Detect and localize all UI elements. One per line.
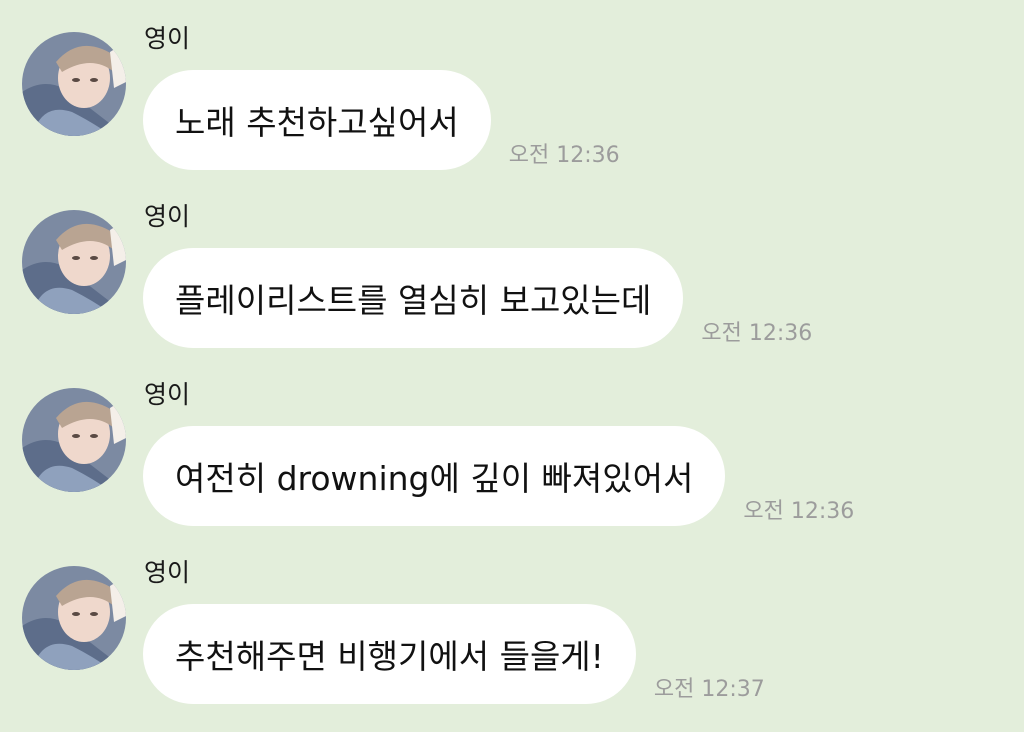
message-row: 노래 추천하고싶어서 오전 12:36 (143, 70, 620, 170)
message-bubble[interactable]: 플레이리스트를 열심히 보고있는데 (143, 248, 684, 348)
message-timestamp: 오전 12:36 (743, 499, 855, 524)
message-item: 영이 노래 추천하고싶어서 오전 12:36 (0, 0, 1024, 178)
avatar[interactable] (22, 388, 126, 492)
avatar[interactable] (22, 32, 126, 136)
message-timestamp: 오전 12:37 (653, 677, 765, 702)
message-row: 추천해주면 비행기에서 들을게! 오전 12:37 (143, 604, 765, 704)
sender-name: 영이 (144, 24, 191, 53)
sender-name: 영이 (144, 380, 191, 409)
message-row: 플레이리스트를 열심히 보고있는데 오전 12:36 (143, 248, 812, 348)
sender-name: 영이 (144, 558, 191, 587)
message-row: 여전히 drowning에 깊이 빠져있어서 오전 12:36 (143, 426, 854, 526)
message-timestamp: 오전 12:36 (701, 321, 813, 346)
sender-name: 영이 (144, 202, 191, 231)
message-bubble[interactable]: 추천해주면 비행기에서 들을게! (143, 604, 636, 704)
message-bubble[interactable]: 노래 추천하고싶어서 (143, 70, 491, 170)
message-item: 영이 추천해주면 비행기에서 들을게! 오전 12:37 (0, 534, 1024, 712)
message-timestamp: 오전 12:36 (508, 143, 620, 168)
avatar[interactable] (22, 210, 126, 314)
message-item: 영이 여전히 drowning에 깊이 빠져있어서 오전 12:36 (0, 356, 1024, 534)
avatar[interactable] (22, 566, 126, 670)
chat-view: 영이 노래 추천하고싶어서 오전 12:36 영이 플레이리스트를 열심히 보고… (0, 0, 1024, 732)
message-item: 영이 플레이리스트를 열심히 보고있는데 오전 12:36 (0, 178, 1024, 356)
message-bubble[interactable]: 여전히 drowning에 깊이 빠져있어서 (143, 426, 726, 526)
